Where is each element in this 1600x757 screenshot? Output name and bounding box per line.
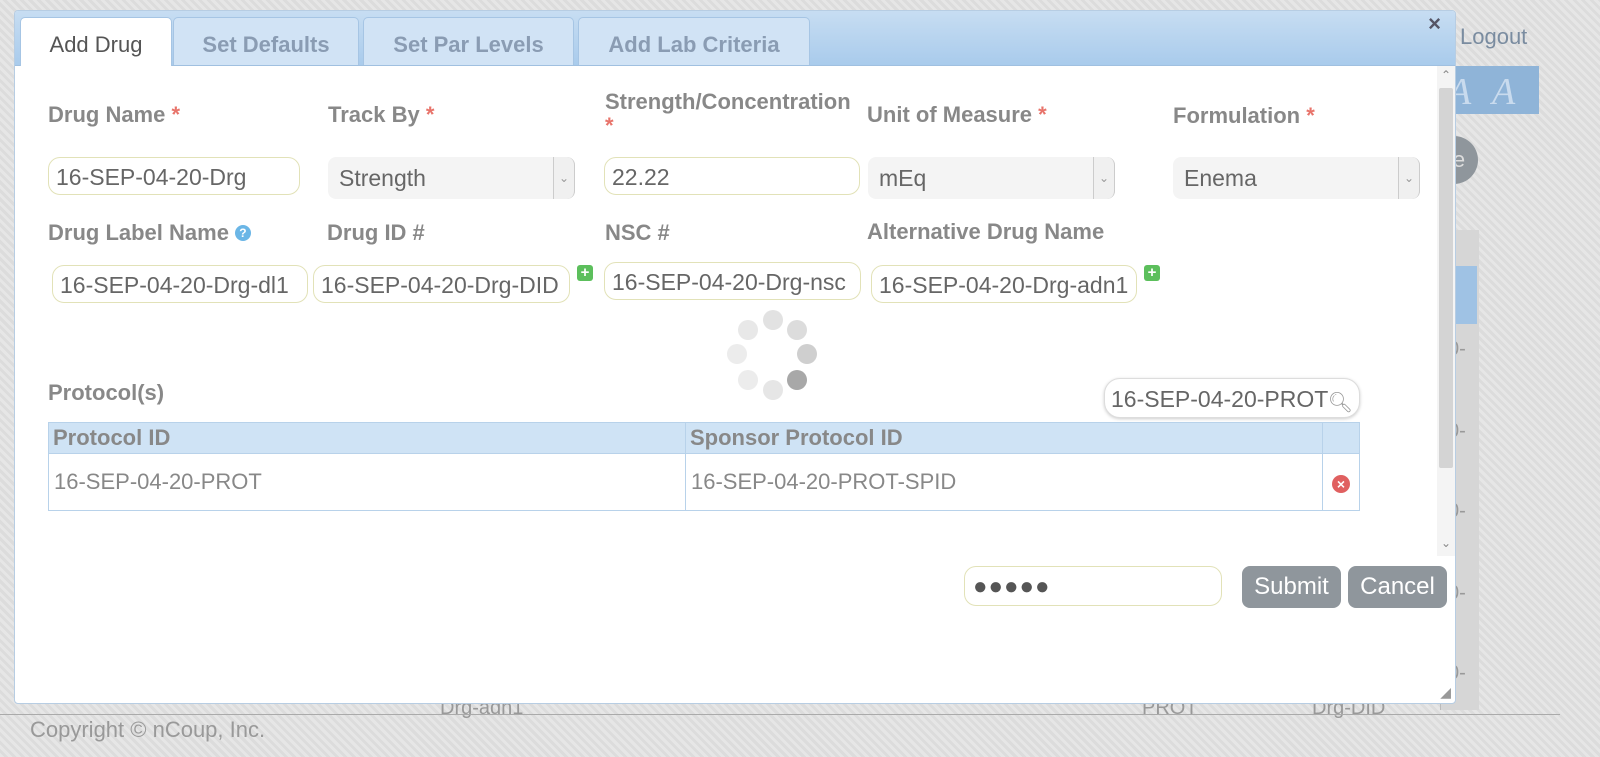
drug-name-input[interactable]: 16-SEP-04-20-Drg xyxy=(48,157,300,195)
add-alternative-name-icon[interactable]: + xyxy=(1144,265,1160,281)
alternative-drug-name-input[interactable]: 16-SEP-04-20-Drg-adn1 xyxy=(871,265,1137,303)
dialog-scrollbar[interactable]: ⌃ ⌄ xyxy=(1437,66,1455,556)
nsc-input[interactable]: 16-SEP-04-20-Drg-nsc xyxy=(604,262,861,300)
chevron-down-icon[interactable]: ⌄ xyxy=(553,157,575,199)
formulation-label: Formulation * xyxy=(1173,103,1315,128)
loading-spinner-icon xyxy=(725,308,825,400)
track-by-label: Track By * xyxy=(328,102,435,127)
drug-label-name-input[interactable]: 16-SEP-04-20-Drg-dl1 xyxy=(52,265,308,303)
tab-set-defaults[interactable]: Set Defaults xyxy=(173,17,359,65)
column-header-actions xyxy=(1321,422,1361,454)
unit-of-measure-label: Unit of Measure * xyxy=(867,102,1047,127)
protocol-id-cell: 16-SEP-04-20-PROT xyxy=(48,453,686,511)
drug-label-name-label: Drug Label Name? xyxy=(48,220,251,246)
protocol-search-input[interactable]: 16-SEP-04-20-PROT 🔍︎ xyxy=(1104,378,1360,418)
formulation-select[interactable]: Enema ⌄ xyxy=(1173,157,1420,199)
password-field[interactable]: ●●●●● xyxy=(964,566,1222,606)
scroll-down-icon[interactable]: ⌄ xyxy=(1437,536,1455,550)
footer-divider xyxy=(0,714,1560,715)
remove-font-icon[interactable]: A xyxy=(1492,70,1515,114)
search-icon[interactable]: 🔍︎ xyxy=(1328,383,1353,417)
tab-set-par-levels[interactable]: Set Par Levels xyxy=(363,17,574,65)
strength-input[interactable]: 22.22 xyxy=(604,157,860,195)
table-row: 16-SEP-04-20-PROT 16-SEP-04-20-PROT-SPID… xyxy=(48,453,1361,511)
sponsor-protocol-id-cell: 16-SEP-04-20-PROT-SPID xyxy=(684,453,1323,511)
column-header-sponsor-protocol-id[interactable]: Sponsor Protocol ID xyxy=(684,422,1323,454)
drug-id-label: Drug ID # xyxy=(327,220,425,245)
help-icon[interactable]: ? xyxy=(234,225,251,241)
copyright-text: Copyright © nCoup, Inc. xyxy=(30,717,266,742)
logout-link[interactable]: Logout xyxy=(1460,24,1527,50)
protocols-table: Protocol ID Sponsor Protocol ID 16-SEP-0… xyxy=(48,422,1361,511)
drug-name-label: Drug Name * xyxy=(48,102,181,127)
column-header-protocol-id[interactable]: Protocol ID xyxy=(48,422,686,454)
dialog-titlebar: Add Drug Set Defaults Set Par Levels Add… xyxy=(15,11,1455,66)
nsc-label: NSC # xyxy=(605,220,670,245)
tab-add-lab-criteria[interactable]: Add Lab Criteria xyxy=(578,17,810,65)
protocols-title: Protocol(s) xyxy=(48,380,165,405)
resize-handle-icon[interactable]: ◢ xyxy=(1440,684,1451,701)
drug-id-input[interactable]: 16-SEP-04-20-Drg-DID xyxy=(313,265,570,303)
delete-cell: × xyxy=(1321,453,1361,511)
chevron-down-icon[interactable]: ⌄ xyxy=(1398,157,1420,199)
submit-button[interactable]: Submit xyxy=(1242,566,1341,608)
unit-of-measure-select[interactable]: mEq ⌄ xyxy=(868,157,1115,199)
cancel-button[interactable]: Cancel xyxy=(1348,566,1447,608)
tab-add-drug[interactable]: Add Drug xyxy=(20,17,172,66)
chevron-down-icon[interactable]: ⌄ xyxy=(1093,157,1115,199)
scrollbar-thumb[interactable] xyxy=(1439,88,1453,468)
alternative-drug-name-label: Alternative Drug Name xyxy=(867,219,1105,244)
track-by-select[interactable]: Strength ⌄ xyxy=(328,157,575,199)
close-icon[interactable]: × xyxy=(1428,11,1441,37)
delete-icon[interactable]: × xyxy=(1331,475,1350,493)
scroll-up-icon[interactable]: ⌃ xyxy=(1437,68,1455,82)
add-drug-id-icon[interactable]: + xyxy=(577,265,593,281)
strength-label: Strength/Concentration * xyxy=(605,89,851,138)
